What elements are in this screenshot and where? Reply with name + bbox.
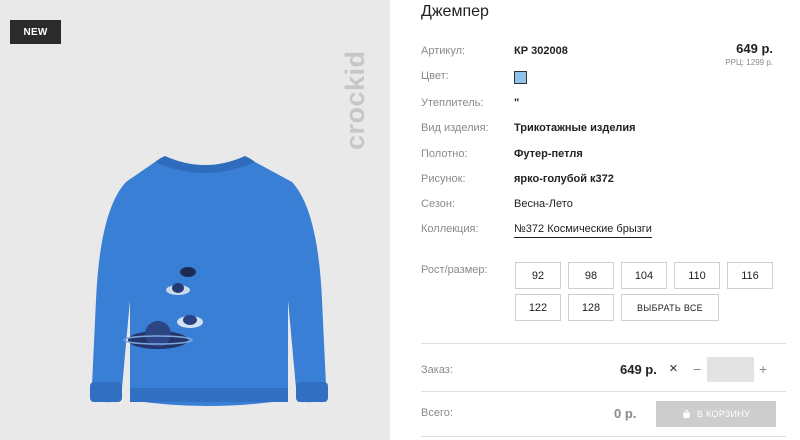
total-value: 0 р. xyxy=(614,406,637,421)
color-swatch[interactable] xyxy=(514,71,527,84)
divider xyxy=(421,436,786,437)
select-all-sizes-button[interactable]: ВЫБРАТЬ ВСЕ xyxy=(621,294,719,321)
print-value: ярко-голубой к372 xyxy=(514,173,614,185)
product-price: 649 р. xyxy=(736,41,773,56)
insulation-label: Утеплитель: xyxy=(421,97,484,109)
fabric-label: Полотно: xyxy=(421,148,468,160)
fabric-value: Футер-петля xyxy=(514,148,583,160)
article-label: Артикул: xyxy=(421,45,466,57)
size-option[interactable]: 116 xyxy=(727,262,773,289)
print-label: Рисунок: xyxy=(421,173,466,185)
size-option[interactable]: 110 xyxy=(674,262,720,289)
collection-link[interactable]: №372 Космические брызги xyxy=(514,223,652,238)
size-label: Рост/размер: xyxy=(421,264,488,276)
size-option[interactable]: 128 xyxy=(568,294,614,321)
new-badge: NEW xyxy=(10,20,61,44)
cart-icon xyxy=(682,409,690,418)
color-label: Цвет: xyxy=(421,70,449,82)
size-option[interactable]: 122 xyxy=(515,294,561,321)
order-price: 649 р. xyxy=(620,362,657,377)
divider xyxy=(421,343,786,344)
product-title: Джемпер xyxy=(421,3,489,20)
season-label: Сезон: xyxy=(421,198,455,210)
type-label: Вид изделия: xyxy=(421,122,489,134)
sweater-image xyxy=(90,156,328,406)
season-value: Весна-Лето xyxy=(514,198,573,210)
decrease-quantity-button[interactable]: − xyxy=(693,361,701,377)
remove-icon[interactable]: × xyxy=(669,360,678,377)
recommended-price: РРЦ: 1299 р. xyxy=(725,58,773,67)
increase-quantity-button[interactable]: + xyxy=(759,361,767,377)
divider xyxy=(421,391,786,392)
brand-logo: crockid xyxy=(340,50,370,150)
quantity-input[interactable] xyxy=(707,357,754,382)
insulation-value: " xyxy=(514,97,520,109)
type-value: Трикотажные изделия xyxy=(514,122,636,134)
add-to-cart-button[interactable]: В КОРЗИНУ xyxy=(656,401,776,427)
order-label: Заказ: xyxy=(421,364,453,376)
add-to-cart-label: В КОРЗИНУ xyxy=(696,409,751,419)
collection-label: Коллекция: xyxy=(421,223,479,235)
product-photo[interactable]: NEW crockid xyxy=(0,0,390,440)
article-value: КР 302008 xyxy=(514,45,568,57)
total-label: Всего: xyxy=(421,407,453,419)
size-option[interactable]: 98 xyxy=(568,262,614,289)
size-option[interactable]: 104 xyxy=(621,262,667,289)
size-option[interactable]: 92 xyxy=(515,262,561,289)
